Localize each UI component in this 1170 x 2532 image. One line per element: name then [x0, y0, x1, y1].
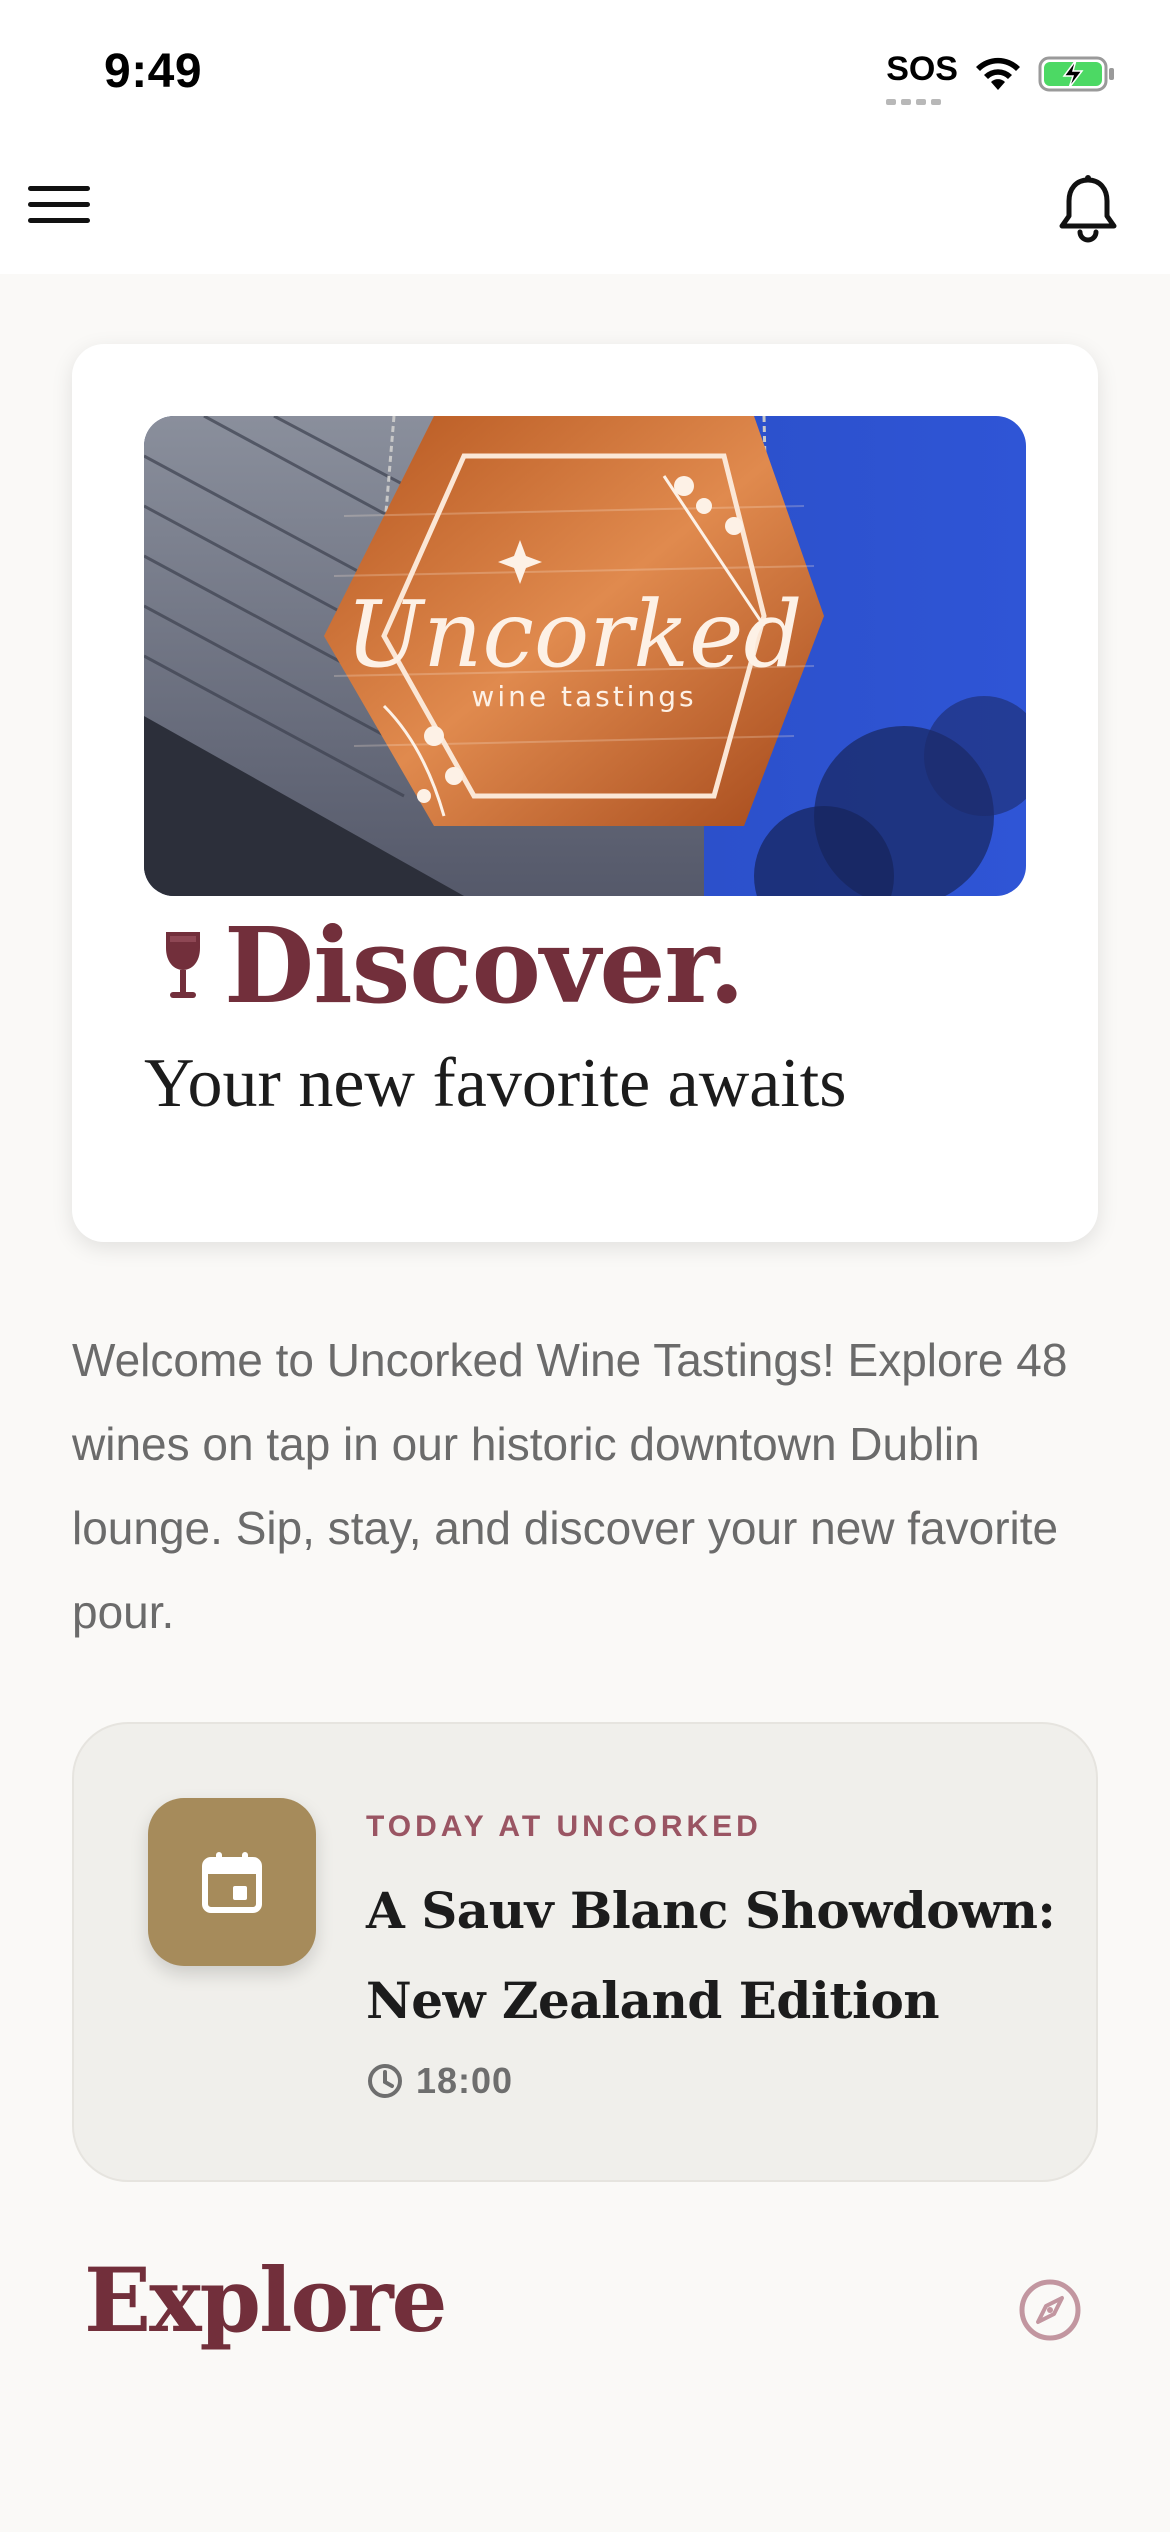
- status-indicators: SOS: [886, 50, 1116, 105]
- hero-title-row: Discover.: [160, 904, 745, 1029]
- compass-icon[interactable]: [1018, 2278, 1082, 2342]
- explore-heading: Explore: [84, 2248, 448, 2352]
- sign-script-text: Uncorked: [346, 581, 803, 688]
- event-eyebrow: TODAY AT UNCORKED: [366, 1810, 762, 1843]
- calendar-icon: [202, 1852, 262, 1913]
- hamburger-menu-icon[interactable]: [26, 180, 92, 230]
- bell-icon[interactable]: [1056, 174, 1120, 244]
- wine-glass-icon: [166, 932, 200, 999]
- event-title: A Sauv Blanc Showdown: New Zealand Editi…: [366, 1881, 1056, 2030]
- event-time-row: 18:00: [366, 2060, 513, 2102]
- status-bar: 9:49 SOS: [0, 0, 1170, 140]
- storefront-sign-image: Uncorked wine tastings: [144, 416, 1026, 896]
- hero-card: Uncorked wine tastings Discover. Your ne…: [72, 344, 1098, 1242]
- signal-dots: [886, 99, 942, 105]
- hero-subtitle: Your new favorite awaits: [144, 1045, 847, 1122]
- today-event-card[interactable]: TODAY AT UNCORKED A Sauv Blanc Showdown:…: [72, 1722, 1098, 2182]
- top-nav-bar: [0, 140, 1170, 274]
- hero-image: Uncorked wine tastings: [144, 416, 1026, 896]
- event-icon-container: [148, 1798, 316, 1966]
- sign-subtext: wine tastings: [471, 680, 696, 713]
- home-screen: 9:49 SOS Uncorked wine tastings Discover…: [0, 0, 1170, 2532]
- event-time: 18:00: [416, 2060, 514, 2101]
- status-time: 9:49: [104, 45, 203, 98]
- battery-charging-icon: [1038, 56, 1114, 91]
- welcome-text: Welcome to Uncorked Wine Tastings! Explo…: [72, 1334, 1068, 1638]
- sos-indicator: SOS: [886, 50, 958, 105]
- sos-label: SOS: [886, 50, 958, 88]
- clock-icon: [368, 2064, 402, 2098]
- hero-title: Discover.: [224, 904, 745, 1027]
- wifi-icon: [976, 57, 1020, 90]
